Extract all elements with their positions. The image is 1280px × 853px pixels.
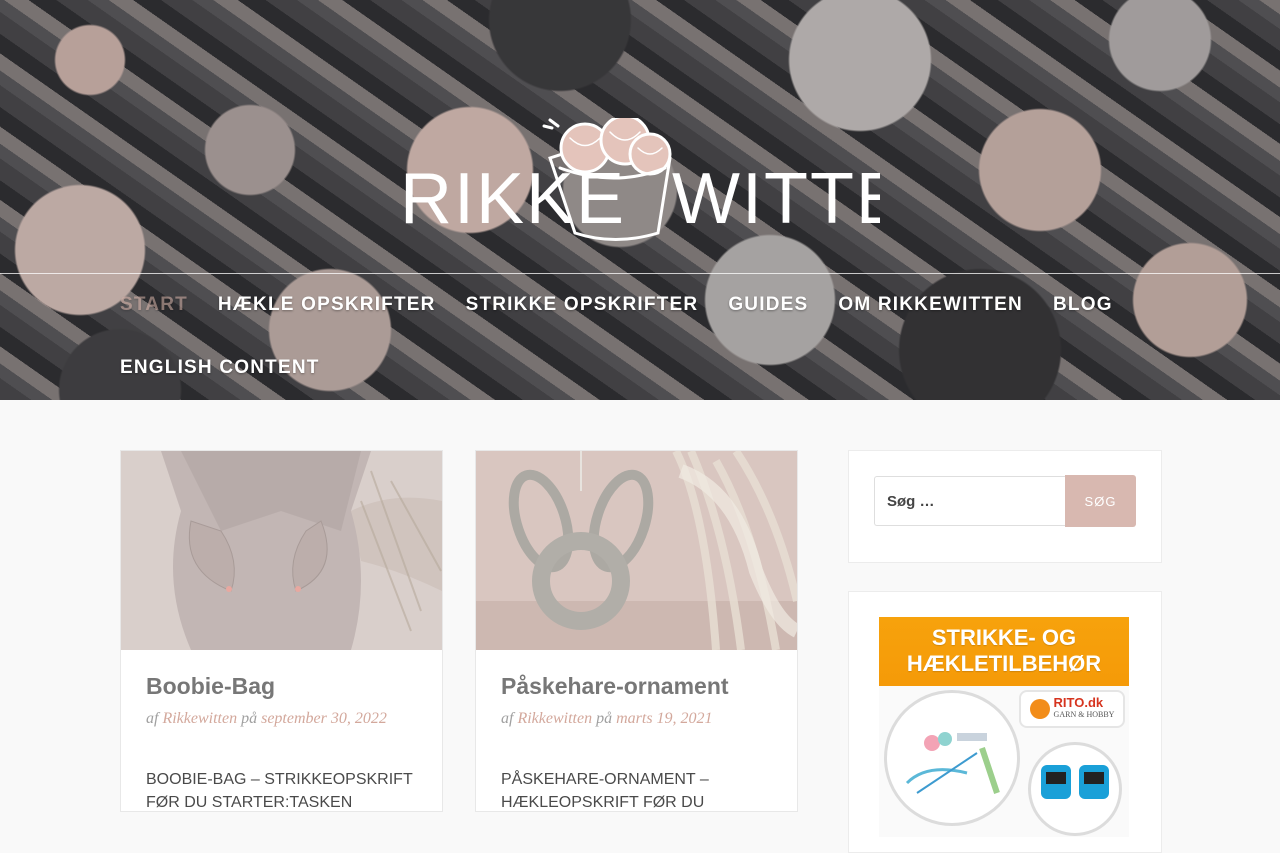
post-thumbnail[interactable]	[121, 451, 442, 650]
post-thumbnail[interactable]	[476, 451, 797, 650]
knitting-accessories-icon	[905, 732, 1000, 794]
ad-headline: STRIKKE- OG HÆKLETILBEHØR	[879, 617, 1129, 686]
site-header: RIKKE WITTEN START HÆKLE OPSKRIFTER STRI…	[0, 0, 1280, 400]
easter-bunny-ornament-image	[476, 451, 797, 650]
row-counter-icon	[1041, 765, 1109, 799]
ad-product-image	[887, 693, 1017, 823]
rito-brand-sub: GARN & HOBBY	[1053, 710, 1115, 719]
post-card: Boobie-Bag af Rikkewitten på september 3…	[120, 450, 443, 812]
post-excerpt: PÅSKEHARE-ORNAMENT – HÆKLEOPSKRIFT FØR D…	[501, 771, 709, 811]
nav-item-start[interactable]: START	[120, 274, 188, 336]
post-author-link[interactable]: Rikkewitten	[517, 710, 592, 727]
logo-left-text: RIKKE	[400, 159, 626, 239]
post-title[interactable]: Påskehare-ornament	[501, 672, 772, 700]
rito-logo: RITO.dk GARN & HOBBY	[1021, 692, 1123, 726]
nav-item-om-rikkewitten[interactable]: OM RIKKEWITTEN	[838, 274, 1023, 336]
post-date-link[interactable]: september 30, 2022	[261, 710, 387, 727]
post-meta: af Rikkewitten på marts 19, 2021	[501, 710, 772, 728]
meta-on: på	[241, 710, 258, 727]
rito-mascot-icon	[1029, 699, 1050, 719]
rikkewitten-logo: RIKKE WITTEN	[400, 118, 880, 241]
logo-right-text: WITTEN	[672, 159, 880, 239]
meta-by: af	[501, 710, 514, 727]
ad-line-1: STRIKKE- OG	[931, 625, 1077, 650]
rito-ad-banner[interactable]: STRIKKE- OG HÆKLETILBEHØR RITO.dk GARN &…	[879, 617, 1129, 837]
main-navigation: START HÆKLE OPSKRIFTER STRIKKE OPSKRIFTE…	[120, 274, 1160, 399]
ad-counter-image	[1031, 745, 1119, 833]
site-logo[interactable]: RIKKE WITTEN	[400, 118, 880, 248]
rito-brand: RITO.dk GARN & HOBBY	[1053, 695, 1115, 721]
meta-on: på	[596, 710, 613, 727]
post-date-link[interactable]: marts 19, 2021	[616, 710, 712, 727]
search-button[interactable]: SØG	[1065, 475, 1136, 527]
ad-widget: STRIKKE- OG HÆKLETILBEHØR RITO.dk GARN &…	[848, 591, 1162, 853]
rito-brand-name: RITO.dk	[1053, 695, 1104, 710]
post-title[interactable]: Boobie-Bag	[146, 672, 417, 700]
nav-item-blog[interactable]: BLOG	[1053, 274, 1113, 336]
nav-item-guides[interactable]: GUIDES	[728, 274, 808, 336]
boobie-bag-image	[121, 451, 442, 650]
nav-item-haekle-opskrifter[interactable]: HÆKLE OPSKRIFTER	[218, 274, 436, 336]
nav-item-strikke-opskrifter[interactable]: STRIKKE OPSKRIFTER	[466, 274, 699, 336]
search-widget: SØG	[848, 450, 1162, 563]
search-form: SØG	[874, 475, 1136, 528]
post-excerpt: BOOBIE-BAG – STRIKKEOPSKRIFT FØR DU STAR…	[146, 771, 413, 811]
post-author-link[interactable]: Rikkewitten	[162, 710, 237, 727]
nav-item-english-content[interactable]: ENGLISH CONTENT	[120, 337, 320, 399]
post-meta: af Rikkewitten på september 30, 2022	[146, 710, 417, 728]
post-card: Påskehare-ornament af Rikkewitten på mar…	[475, 450, 798, 812]
meta-by: af	[146, 710, 159, 727]
ad-line-2: HÆKLETILBEHØR	[906, 651, 1102, 676]
search-input[interactable]	[874, 476, 1065, 526]
